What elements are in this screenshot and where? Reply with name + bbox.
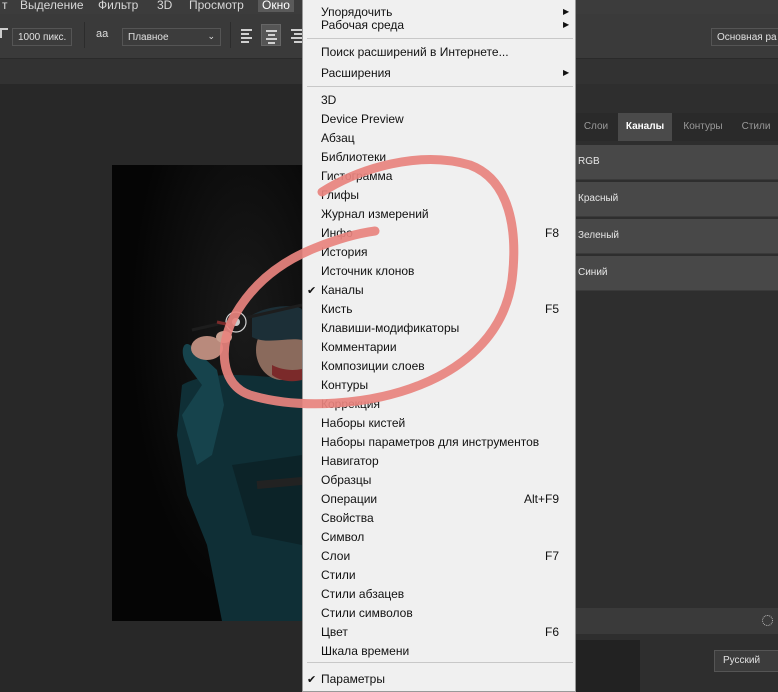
annotation-stroke — [219, 155, 519, 409]
